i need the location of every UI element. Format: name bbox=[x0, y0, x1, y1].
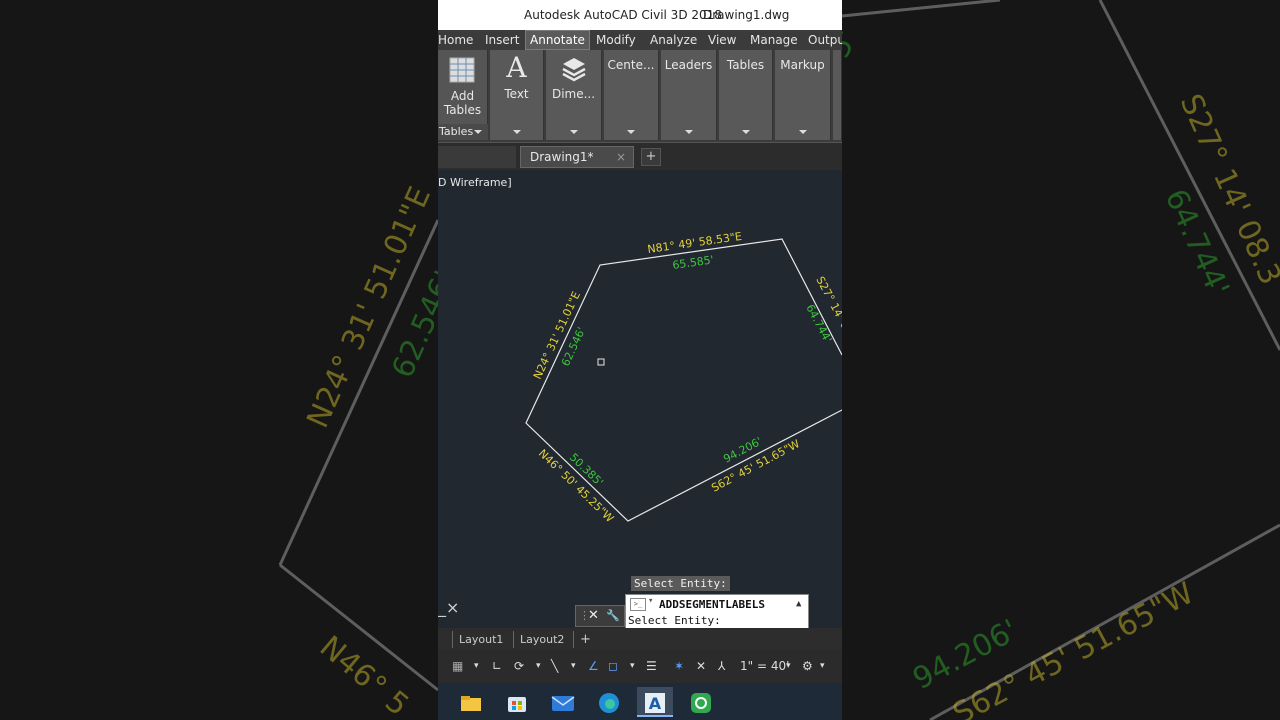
dimension-button-label: Dime... bbox=[551, 87, 596, 101]
file-name: Drawing1.dwg bbox=[703, 8, 790, 22]
mail-icon[interactable] bbox=[545, 687, 581, 717]
wrench-icon[interactable]: 🔧 bbox=[606, 606, 620, 626]
autocad-taskbar-icon[interactable]: A bbox=[637, 687, 673, 717]
panel-leaders[interactable]: Leaders bbox=[661, 50, 717, 140]
panel-centerlines[interactable]: Cente... bbox=[604, 50, 659, 140]
ortho-icon[interactable]: ∟ bbox=[492, 658, 502, 674]
tab-analyze[interactable]: Analyze bbox=[650, 30, 697, 50]
panel-text[interactable]: A Text bbox=[490, 50, 544, 140]
new-tab-button[interactable]: + bbox=[641, 148, 661, 166]
tab-drawing1[interactable]: Drawing1* × bbox=[520, 146, 634, 168]
model-tab[interactable] bbox=[438, 631, 444, 648]
command-name: ADDSEGMENTLABELS bbox=[659, 598, 765, 611]
command-prompt-icon: >_ bbox=[630, 598, 646, 611]
dimension-icon bbox=[562, 58, 586, 82]
panel-tables-2[interactable]: Tables bbox=[719, 50, 773, 140]
tables-panel-footer[interactable]: Tables bbox=[438, 124, 488, 140]
svg-text:A: A bbox=[649, 694, 662, 713]
leaders-panel-label: Leaders bbox=[664, 58, 713, 72]
gear-icon[interactable]: ⚙ bbox=[802, 658, 813, 674]
polygon-drawing: N81° 49' 58.53"E 65.585' S27° 14' 08.3 6… bbox=[525, 230, 842, 525]
chevron-down-icon[interactable]: ▾ bbox=[820, 658, 825, 674]
drawing-viewport[interactable]: D Wireframe] N81° 49' 58.53"E 65.585' S2… bbox=[438, 170, 842, 630]
document-tabs: Drawing1* × + bbox=[438, 142, 842, 171]
edge-browser-icon[interactable] bbox=[591, 687, 627, 717]
chevron-down-icon bbox=[569, 130, 578, 134]
chevron-up-icon[interactable]: ▲ bbox=[796, 599, 801, 609]
command-line-text: Select Entity: bbox=[628, 614, 721, 627]
add-tables-button-line2[interactable]: Tables bbox=[438, 103, 487, 117]
tab-layout1[interactable]: Layout1 bbox=[452, 631, 509, 648]
app-window: Autodesk AutoCAD Civil 3D 2018 Drawing1.… bbox=[438, 0, 842, 720]
object-snap-icon[interactable]: ◻ bbox=[608, 658, 618, 674]
command-line-tools: ⋮ ✕ 🔧 bbox=[575, 605, 625, 627]
object-snap-tracking-icon[interactable]: ∠ bbox=[588, 658, 599, 674]
distance-label-top: 65.585' bbox=[672, 253, 715, 272]
title-bar: Autodesk AutoCAD Civil 3D 2018 Drawing1.… bbox=[438, 0, 842, 30]
grid-icon[interactable]: ▦ bbox=[452, 658, 463, 674]
ribbon: Add Tables Tables A Text Dime... Cente..… bbox=[438, 50, 842, 142]
tables-panel-label: Tables bbox=[439, 125, 474, 138]
chevron-down-icon bbox=[627, 130, 635, 134]
tab-home[interactable]: Home bbox=[438, 30, 473, 50]
chevron-down-icon bbox=[741, 130, 750, 134]
close-icon[interactable]: ✕ bbox=[588, 606, 599, 626]
tab-output[interactable]: Output bbox=[808, 30, 842, 50]
close-icon[interactable]: × bbox=[616, 147, 626, 167]
ribbon-tabs: Home Insert Annotate Modify Analyze View… bbox=[438, 30, 842, 50]
app-title: Autodesk AutoCAD Civil 3D 2018 bbox=[524, 8, 722, 22]
tab-manage[interactable]: Manage bbox=[750, 30, 798, 50]
panel-markup[interactable]: Markup bbox=[775, 50, 831, 140]
markup-panel-label: Markup bbox=[780, 58, 825, 72]
auto-scale-icon[interactable]: ✕ bbox=[696, 658, 706, 674]
microsoft-store-icon[interactable] bbox=[499, 687, 535, 717]
dynamic-input-prompt: Select Entity: bbox=[631, 576, 730, 591]
tab-view[interactable]: View bbox=[708, 30, 736, 50]
tab-insert[interactable]: Insert bbox=[485, 30, 519, 50]
chevron-down-icon bbox=[512, 130, 521, 134]
chevron-down-icon[interactable]: ▾ bbox=[474, 658, 479, 674]
file-explorer-icon[interactable] bbox=[453, 687, 489, 717]
chevron-down-icon[interactable]: ▾ bbox=[571, 658, 576, 674]
chevron-down-icon[interactable]: ▾ bbox=[536, 658, 541, 674]
centerlines-panel-label: Cente... bbox=[607, 58, 655, 72]
start-tab[interactable] bbox=[438, 146, 516, 168]
layout-tabs: Layout1 Layout2 + bbox=[438, 628, 842, 650]
tab-modify[interactable]: Modify bbox=[596, 30, 636, 50]
chevron-down-icon bbox=[798, 130, 807, 134]
annotation-visibility-icon[interactable]: ✶ bbox=[674, 658, 684, 674]
screen-recorder-icon[interactable] bbox=[683, 687, 719, 717]
polar-tracking-icon[interactable]: ⟳ bbox=[514, 658, 524, 674]
tab-layout2[interactable]: Layout2 bbox=[513, 631, 570, 648]
chevron-down-icon[interactable]: ▾ bbox=[648, 596, 653, 606]
lineweight-icon[interactable]: ☰ bbox=[646, 658, 657, 674]
text-icon: A bbox=[506, 51, 527, 84]
chevron-down-icon[interactable]: ▾ bbox=[630, 658, 635, 674]
chevron-down-icon bbox=[684, 130, 693, 134]
isodraft-icon[interactable]: ╲ bbox=[551, 658, 558, 674]
chevron-down-icon[interactable]: ▾ bbox=[786, 658, 791, 674]
taskbar: A bbox=[438, 683, 842, 720]
tables-panel-label-2: Tables bbox=[726, 58, 765, 72]
status-bar: ▦ ▾ ∟ ⟳ ▾ ╲ ▾ ∠ ◻ ▾ ☰ ✶ ✕ ⅄ 1" = 40' ▾ ⚙… bbox=[438, 650, 842, 683]
annotation-scale-value[interactable]: 1" = 40' bbox=[740, 658, 789, 674]
add-tables-button-line1[interactable]: Add bbox=[438, 89, 487, 103]
command-input-area[interactable]: >_ ▾ ADDSEGMENTLABELS Select Entity: ▲ bbox=[625, 594, 809, 630]
annotation-scale-icon[interactable]: ⅄ bbox=[718, 658, 725, 674]
add-layout-button[interactable]: + bbox=[573, 631, 597, 648]
cursor-pickbox bbox=[597, 358, 605, 366]
panel-overflow bbox=[833, 50, 842, 140]
close-command-icon[interactable]: _× bbox=[438, 598, 459, 617]
table-icon bbox=[449, 57, 475, 83]
tab-drawing1-label: Drawing1* bbox=[530, 150, 594, 164]
panel-dimension[interactable]: Dime... bbox=[546, 50, 602, 140]
tab-annotate[interactable]: Annotate bbox=[525, 30, 590, 50]
panel-tables: Add Tables Tables bbox=[438, 50, 488, 140]
text-button-label: Text bbox=[504, 87, 529, 101]
chevron-down-icon bbox=[474, 130, 482, 134]
command-line: ⋮ ✕ 🔧 >_ ▾ ADDSEGMENTLABELS Select Entit… bbox=[575, 594, 809, 630]
